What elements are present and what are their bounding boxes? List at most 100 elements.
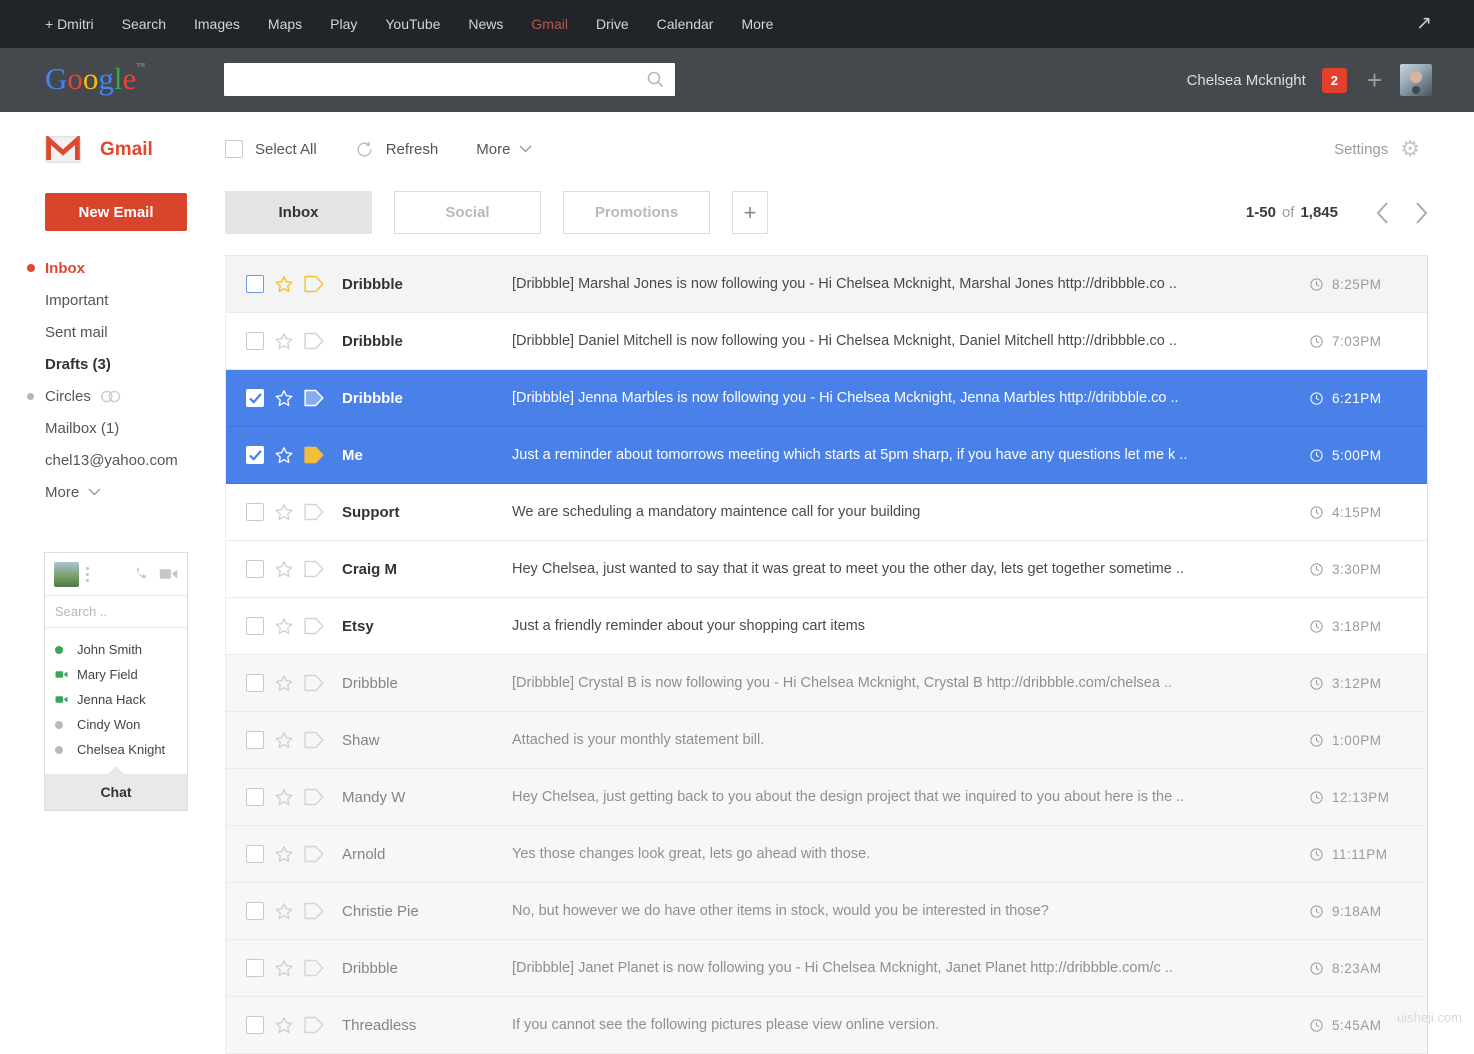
star-icon[interactable] [273,1015,295,1036]
label-tag-icon[interactable] [302,730,325,750]
label-tag-icon[interactable] [302,958,325,978]
star-icon[interactable] [273,901,295,922]
email-checkbox[interactable] [246,959,264,977]
topbar-nav-item[interactable]: Gmail [531,16,568,32]
sidebar-item-more[interactable]: More [0,476,225,508]
refresh-button[interactable]: Refresh [355,140,439,159]
email-checkbox[interactable] [246,845,264,863]
label-tag-icon[interactable] [302,844,325,864]
chat-contact[interactable]: Jenna Hack [45,687,187,712]
chat-search-input[interactable] [45,596,187,627]
user-name[interactable]: Chelsea Mcknight [1187,72,1306,89]
settings-button[interactable]: Settings ⚙ [1334,138,1420,160]
add-account-icon[interactable]: + [1367,67,1382,93]
search-icon[interactable] [646,70,665,89]
star-icon[interactable] [273,502,295,523]
chat-button[interactable]: Chat [45,774,187,810]
email-row[interactable]: Shaw Attached is your monthly statement … [226,712,1427,769]
label-tag-icon[interactable] [302,1015,325,1035]
star-icon[interactable] [273,616,295,637]
kebab-menu-icon[interactable] [86,567,89,582]
chat-contact[interactable]: Cindy Won [45,712,187,737]
user-avatar[interactable] [1400,64,1432,96]
label-tag-icon[interactable] [302,331,325,351]
star-icon[interactable] [273,559,295,580]
topbar-nav-item[interactable]: Search [122,16,166,32]
sidebar-item-drafts-3-[interactable]: Drafts (3) [0,348,225,380]
phone-icon[interactable] [133,566,149,582]
sidebar-item-sent-mail[interactable]: Sent mail [0,316,225,348]
topbar-nav-item[interactable]: Maps [268,16,302,32]
tab-promotions[interactable]: Promotions [563,191,710,234]
email-row[interactable]: Me Just a reminder about tomorrows meeti… [226,427,1427,484]
select-all-checkbox[interactable] [225,140,243,158]
email-checkbox[interactable] [246,275,264,293]
sidebar-item-important[interactable]: Important [0,284,225,316]
topbar-nav-item[interactable]: More [741,16,773,32]
label-tag-icon[interactable] [302,901,325,921]
label-tag-icon[interactable] [302,502,325,522]
email-checkbox[interactable] [246,389,264,407]
google-logo[interactable]: Google™ [45,61,145,97]
topbar-nav-item[interactable]: YouTube [385,16,440,32]
email-checkbox[interactable] [246,617,264,635]
label-tag-icon[interactable] [302,388,325,408]
email-checkbox[interactable] [246,731,264,749]
label-tag-icon[interactable] [302,274,325,294]
notification-badge[interactable]: 2 [1322,68,1347,93]
star-icon[interactable] [273,673,295,694]
email-row[interactable]: Dribbble [Dribbble] Daniel Mitchell is n… [226,313,1427,370]
email-row[interactable]: Dribbble [Dribbble] Crystal B is now fol… [226,655,1427,712]
gmail-brand[interactable]: Gmail [45,136,153,163]
star-icon[interactable] [273,844,295,865]
chat-contact[interactable]: Chelsea Knight [45,737,187,762]
sidebar-item-inbox[interactable]: Inbox [0,252,225,284]
tab-inbox[interactable]: Inbox [225,191,372,234]
star-icon[interactable] [273,331,295,352]
topbar-nav-item[interactable]: Play [330,16,357,32]
sidebar-item-chel13-yahoo-com[interactable]: chel13@yahoo.com [0,444,225,476]
topbar-nav-item[interactable]: Images [194,16,240,32]
email-row[interactable]: Arnold Yes those changes look great, let… [226,826,1427,883]
label-tag-icon[interactable] [302,445,325,465]
email-checkbox[interactable] [246,560,264,578]
email-row[interactable]: Etsy Just a friendly reminder about your… [226,598,1427,655]
email-row[interactable]: Dribbble [Dribbble] Jenna Marbles is now… [226,370,1427,427]
video-call-icon[interactable] [159,567,178,581]
topbar-nav-item[interactable]: Calendar [657,16,714,32]
email-row[interactable]: Craig M Hey Chelsea, just wanted to say … [226,541,1427,598]
sidebar-item-circles[interactable]: Circles [0,380,225,412]
chat-contact[interactable]: Mary Field [45,662,187,687]
new-email-button[interactable]: New Email [45,193,187,231]
search-input[interactable] [224,63,675,96]
star-icon[interactable] [273,274,295,295]
email-checkbox[interactable] [246,446,264,464]
email-row[interactable]: Threadless If you cannot see the followi… [226,997,1427,1054]
tab-social[interactable]: Social [394,191,541,234]
email-row[interactable]: Mandy W Hey Chelsea, just getting back t… [226,769,1427,826]
next-page-button[interactable] [1415,202,1428,224]
email-checkbox[interactable] [246,503,264,521]
star-icon[interactable] [273,730,295,751]
email-checkbox[interactable] [246,1016,264,1034]
email-row[interactable]: Dribbble [Dribbble] Marshal Jones is now… [226,256,1427,313]
more-actions-button[interactable]: More [476,141,532,158]
star-icon[interactable] [273,388,295,409]
label-tag-icon[interactable] [302,673,325,693]
email-row[interactable]: Support We are scheduling a mandatory ma… [226,484,1427,541]
topbar-nav-item[interactable]: Drive [596,16,629,32]
chat-avatar[interactable] [54,562,79,587]
select-all-label[interactable]: Select All [255,141,317,158]
email-row[interactable]: Christie Pie No, but however we do have … [226,883,1427,940]
email-checkbox[interactable] [246,788,264,806]
email-row[interactable]: Dribbble [Dribbble] Janet Planet is now … [226,940,1427,997]
star-icon[interactable] [273,958,295,979]
email-checkbox[interactable] [246,902,264,920]
topbar-nav-item[interactable]: News [468,16,503,32]
email-checkbox[interactable] [246,332,264,350]
topbar-nav-item[interactable]: + Dmitri [45,16,94,32]
star-icon[interactable] [273,787,295,808]
share-arrow-icon[interactable]: ↗ [1416,12,1432,35]
previous-page-button[interactable] [1376,202,1389,224]
chat-contact[interactable]: John Smith [45,637,187,662]
